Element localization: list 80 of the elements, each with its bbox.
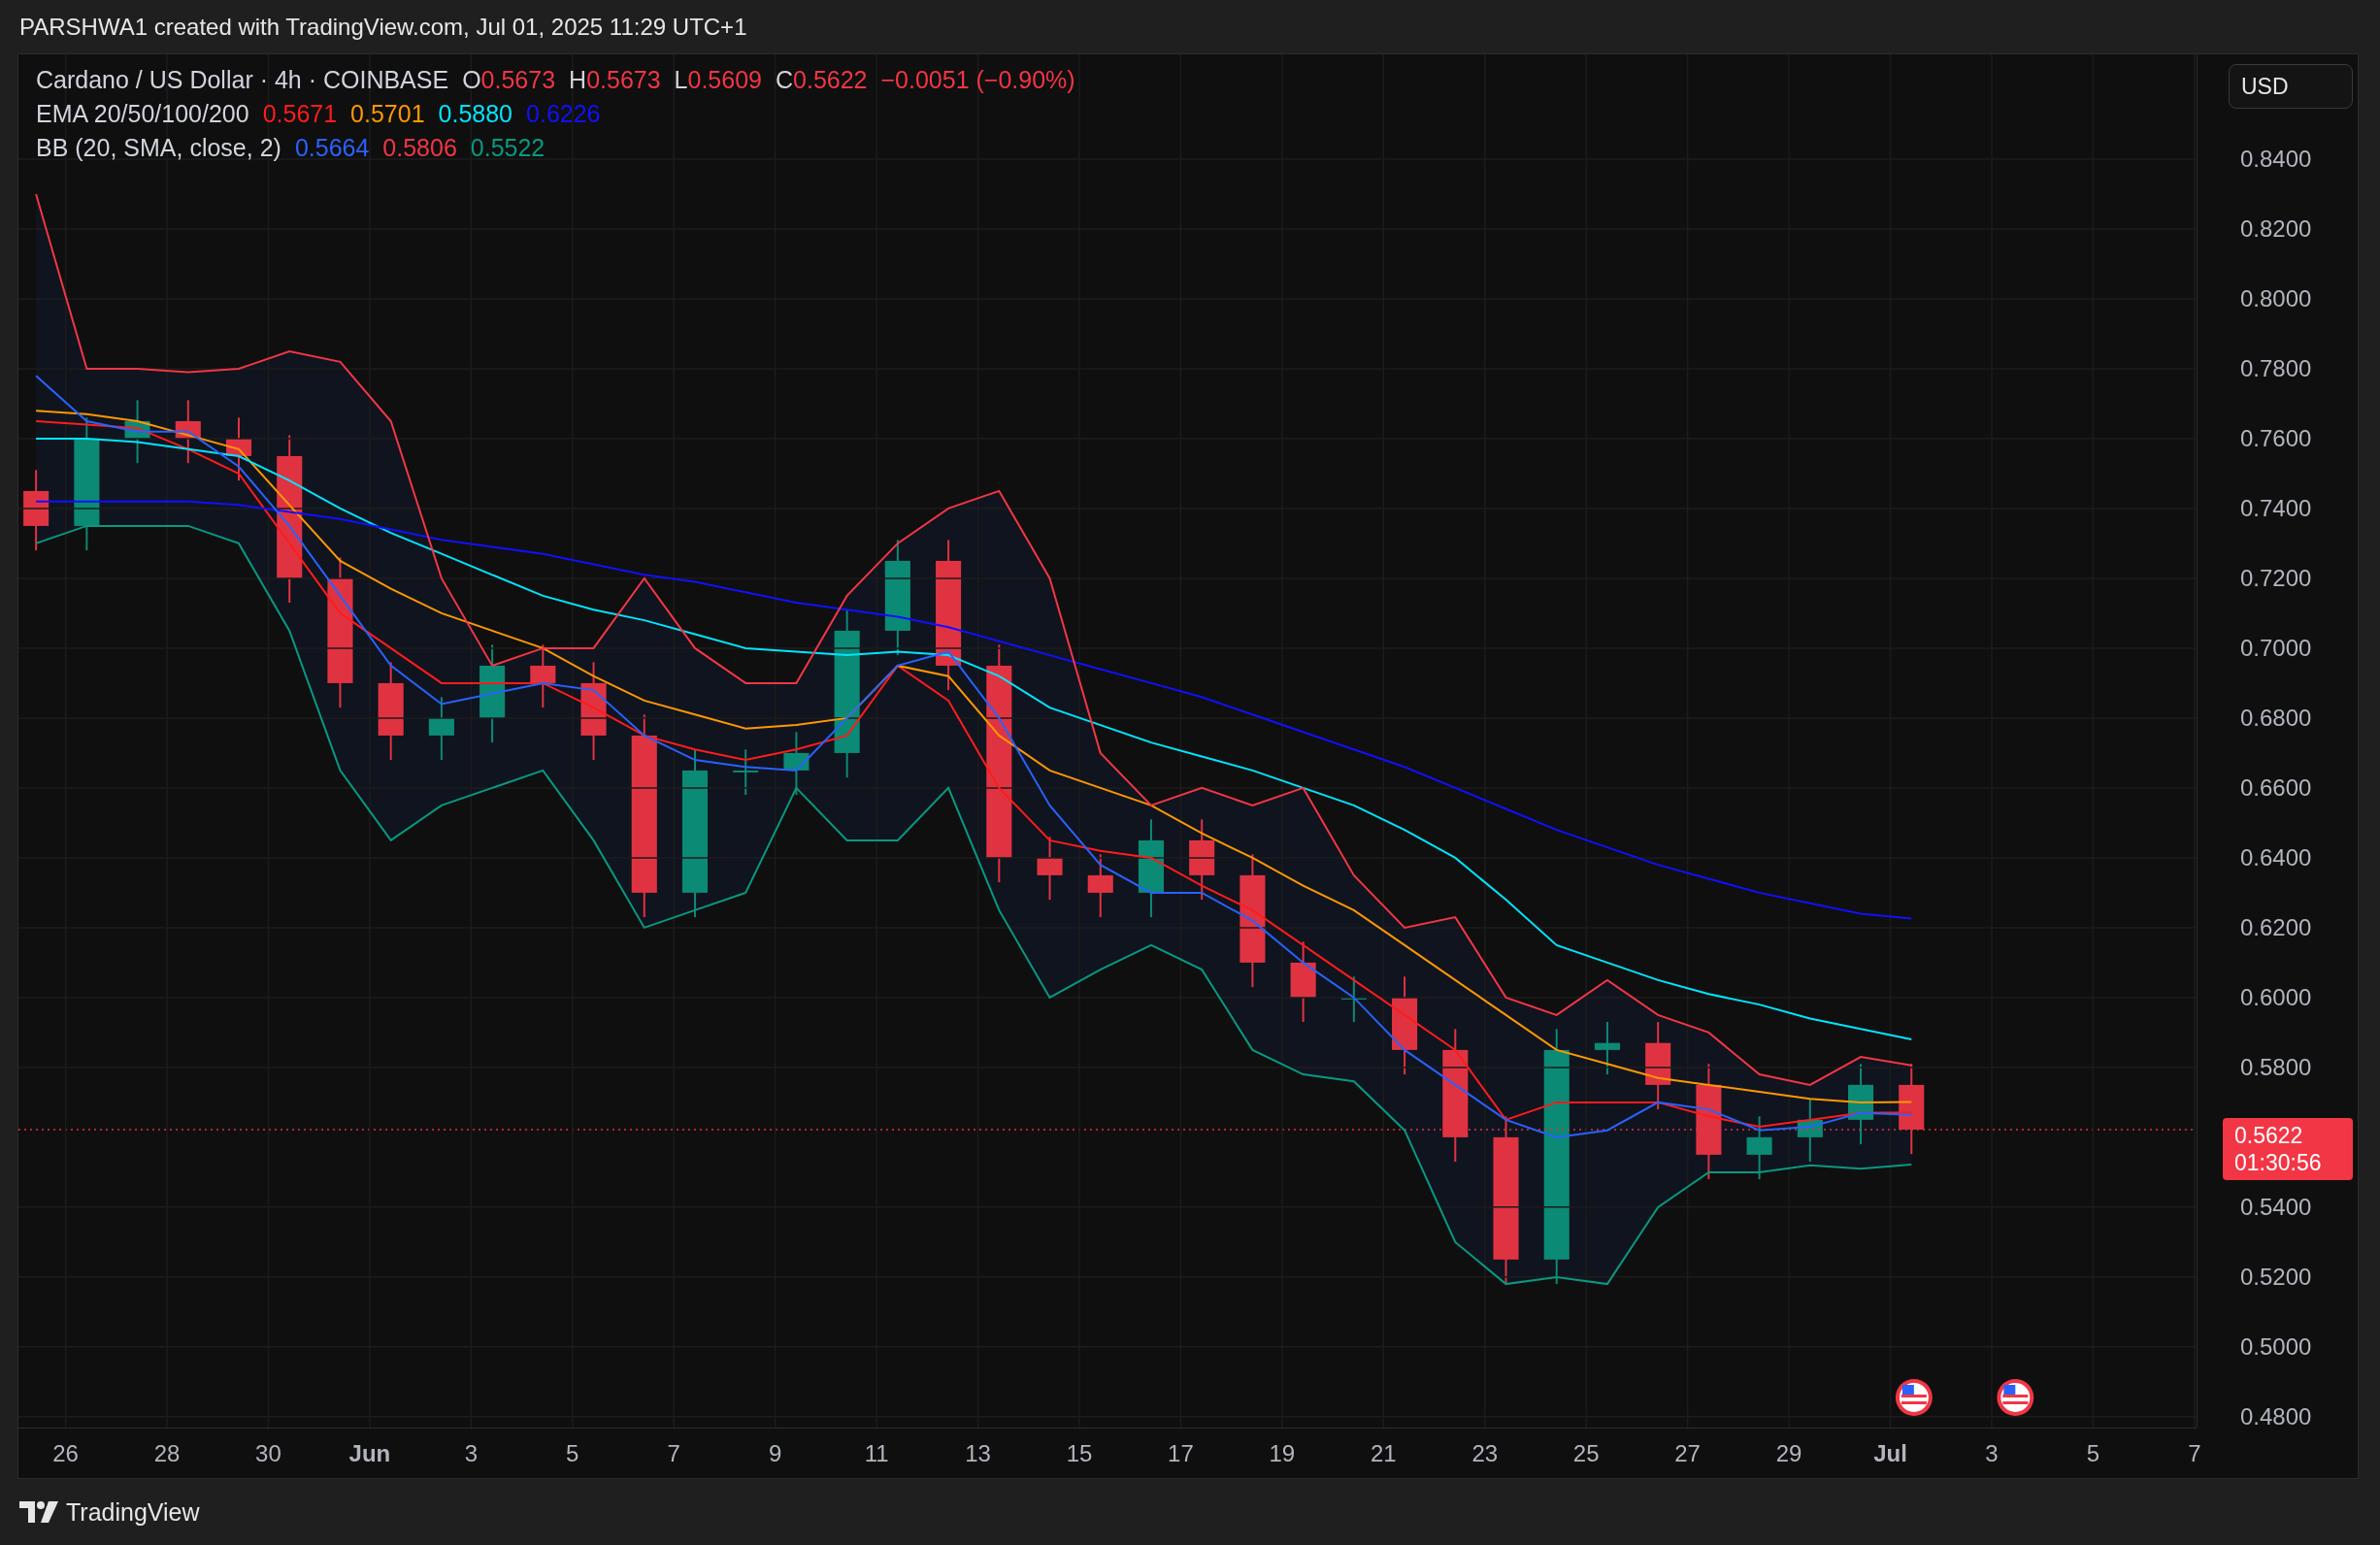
candlestick [1594, 1021, 1620, 1076]
indicator-label: EMA 20/50/100/200 [36, 100, 249, 128]
candlestick [1797, 1098, 1823, 1164]
last-price: 0.5622 [2234, 1121, 2304, 1149]
bar-countdown: 01:30:56 [2234, 1148, 2323, 1176]
price-tick: 0.8400 [2240, 146, 2312, 173]
price-tick: 0.6200 [2240, 913, 2312, 941]
date-tick: 9 [769, 1440, 782, 1467]
date-tick: 29 [1775, 1440, 1802, 1467]
price-tick: 0.5000 [2240, 1332, 2312, 1361]
indicator-value: 0.5880 [438, 100, 513, 128]
price-change: −0.0051 (−0.90%) [880, 66, 1075, 94]
symbol-title: Cardano / US Dollar · 4h · COINBASE [36, 66, 449, 94]
price-tick: 0.7600 [2240, 424, 2312, 452]
candlestick [733, 748, 759, 797]
candlestick [1087, 853, 1113, 919]
flag-icon[interactable] [1997, 1379, 2034, 1416]
price-tick: 0.7200 [2240, 564, 2312, 592]
candlestick [530, 643, 556, 709]
candlestick [428, 696, 454, 762]
candlestick [124, 399, 150, 465]
ohlc-value: 0.5673 [480, 66, 556, 94]
price-tick: 0.7000 [2240, 634, 2312, 662]
date-tick: 26 [52, 1440, 79, 1467]
candlestick [1746, 1115, 1772, 1181]
price-tick: 0.5400 [2240, 1193, 2312, 1221]
date-tick: 3 [1985, 1440, 1999, 1467]
indicator-value: 0.5806 [382, 134, 457, 162]
ohlc-label: O [462, 66, 481, 94]
price-tick: 0.7800 [2240, 354, 2312, 382]
currency-button[interactable]: USD [2229, 64, 2353, 109]
date-tick: 11 [864, 1440, 889, 1467]
candlestick [1037, 836, 1063, 902]
logo-text: TradingView [66, 1497, 200, 1527]
date-tick: 5 [566, 1440, 579, 1467]
date-tick: 25 [1572, 1440, 1600, 1467]
date-tick: 3 [464, 1440, 478, 1467]
price-tick: 0.7400 [2240, 494, 2312, 522]
price-tick: 0.6000 [2240, 983, 2312, 1011]
indicator-value: 0.5701 [350, 100, 425, 128]
indicator-value: 0.5671 [262, 100, 338, 128]
flag-icon[interactable] [1895, 1379, 1933, 1416]
price-tick: 0.5800 [2240, 1053, 2312, 1081]
price-tick: 0.8200 [2240, 214, 2312, 243]
indicator-value: 0.5664 [294, 134, 370, 162]
logo-icon [19, 1501, 58, 1523]
date-tick: 7 [667, 1440, 680, 1467]
date-tick: 5 [2086, 1440, 2100, 1467]
ohlc-label: C [776, 66, 794, 94]
indicator-value: 0.5522 [470, 134, 545, 162]
ohlc-label: H [569, 66, 587, 94]
chart-credit: PARSHWA1 created with TradingView.com, Jul 01, 2025 11:29 UTC+1 [19, 13, 747, 41]
date-tick: 17 [1168, 1440, 1194, 1467]
price-tick: 0.4800 [2240, 1402, 2312, 1430]
candlestick [225, 416, 252, 482]
date-tick: 19 [1269, 1440, 1296, 1467]
price-tick: 0.6600 [2240, 773, 2312, 802]
price-tick: 0.8000 [2240, 284, 2312, 312]
date-tick: Jun [348, 1440, 391, 1467]
ohlc-label: L [674, 66, 688, 94]
ohlc-value: 0.5673 [586, 66, 661, 94]
indicator-value: 0.6226 [526, 100, 601, 128]
date-tick: 30 [255, 1440, 281, 1467]
price-tick: 0.6400 [2240, 843, 2312, 871]
price-tick: 0.6800 [2240, 704, 2312, 732]
date-tick: 23 [1471, 1440, 1499, 1467]
date-tick: 21 [1370, 1440, 1397, 1467]
date-tick: 27 [1674, 1440, 1701, 1467]
ohlc-value: 0.5609 [687, 66, 762, 94]
date-tick: Jul [1873, 1440, 1907, 1467]
candlestick [175, 399, 201, 465]
date-tick: 15 [1066, 1440, 1093, 1467]
price-tick: 0.5200 [2240, 1263, 2312, 1291]
date-tick: 13 [965, 1440, 991, 1467]
candlestick [1340, 975, 1367, 1024]
candlestick [783, 731, 810, 797]
date-tick: 7 [2188, 1440, 2201, 1467]
indicator-label: BB (20, SMA, close, 2) [36, 134, 281, 162]
ohlc-value: 0.5622 [793, 66, 868, 94]
date-tick: 28 [153, 1440, 181, 1467]
